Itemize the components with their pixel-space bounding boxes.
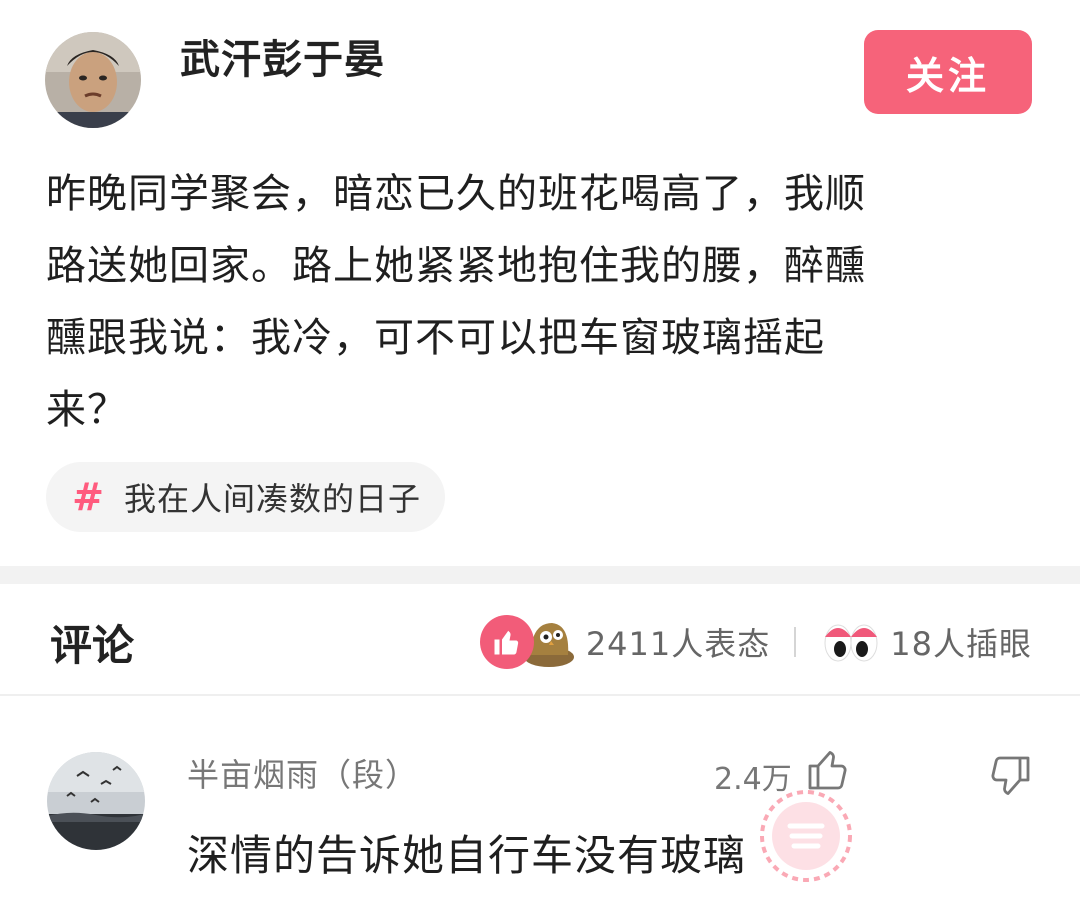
post-text-line: 昨晚同学聚会，暗恋已久的班花喝高了，我顺 [46, 171, 866, 217]
hot-comment-stamp-icon [756, 786, 856, 886]
comment-item: 半亩烟雨（段） 2.4万 深情的告诉她自行车没有玻璃 [0, 740, 1080, 920]
reactions-bar: 2411人表态 18人插眼 [479, 614, 1032, 670]
thumbs-up-icon[interactable] [479, 615, 534, 669]
section-divider [0, 566, 1080, 584]
post-text-line: 醺跟我说：我冷，可不可以把车窗玻璃摇起 [46, 315, 825, 361]
reactions-count[interactable]: 2411人表态 [586, 619, 770, 665]
post-text-line: 路送她回家。路上她紧紧地抱住我的腰，醉醺 [46, 243, 866, 289]
commenter-name[interactable]: 半亩烟雨（段） [187, 750, 418, 796]
follow-button[interactable]: 关注 [864, 30, 1032, 114]
separator [794, 627, 797, 657]
comments-header: 评论 2411人表态 18人插眼 [0, 584, 1080, 694]
eyes-count[interactable]: 18人插眼 [890, 619, 1032, 665]
post-card: 武汗彭于晏 关注 昨晚同学聚会，暗恋已久的班花喝高了，我顺 路送她回家。路上她紧… [0, 0, 1080, 566]
author-avatar[interactable] [45, 32, 141, 128]
post-text-line: 来？ [46, 387, 128, 433]
commenter-avatar[interactable] [47, 752, 145, 850]
divider-line [0, 694, 1080, 696]
eyes-icon[interactable] [822, 617, 880, 667]
comment-text: 深情的告诉她自行车没有玻璃 [187, 831, 747, 880]
topic-tag[interactable]: # 我在人间凑数的日子 [46, 462, 446, 532]
post-text: 昨晚同学聚会，暗恋已久的班花喝高了，我顺 路送她回家。路上她紧紧地抱住我的腰，醉… [46, 158, 1036, 446]
topic-label: 我在人间凑数的日子 [124, 480, 422, 518]
hash-icon: # [72, 475, 104, 519]
author-name[interactable]: 武汗彭于晏 [180, 32, 385, 88]
thumbs-down-icon[interactable] [986, 752, 1034, 800]
comments-title: 评论 [50, 621, 135, 670]
